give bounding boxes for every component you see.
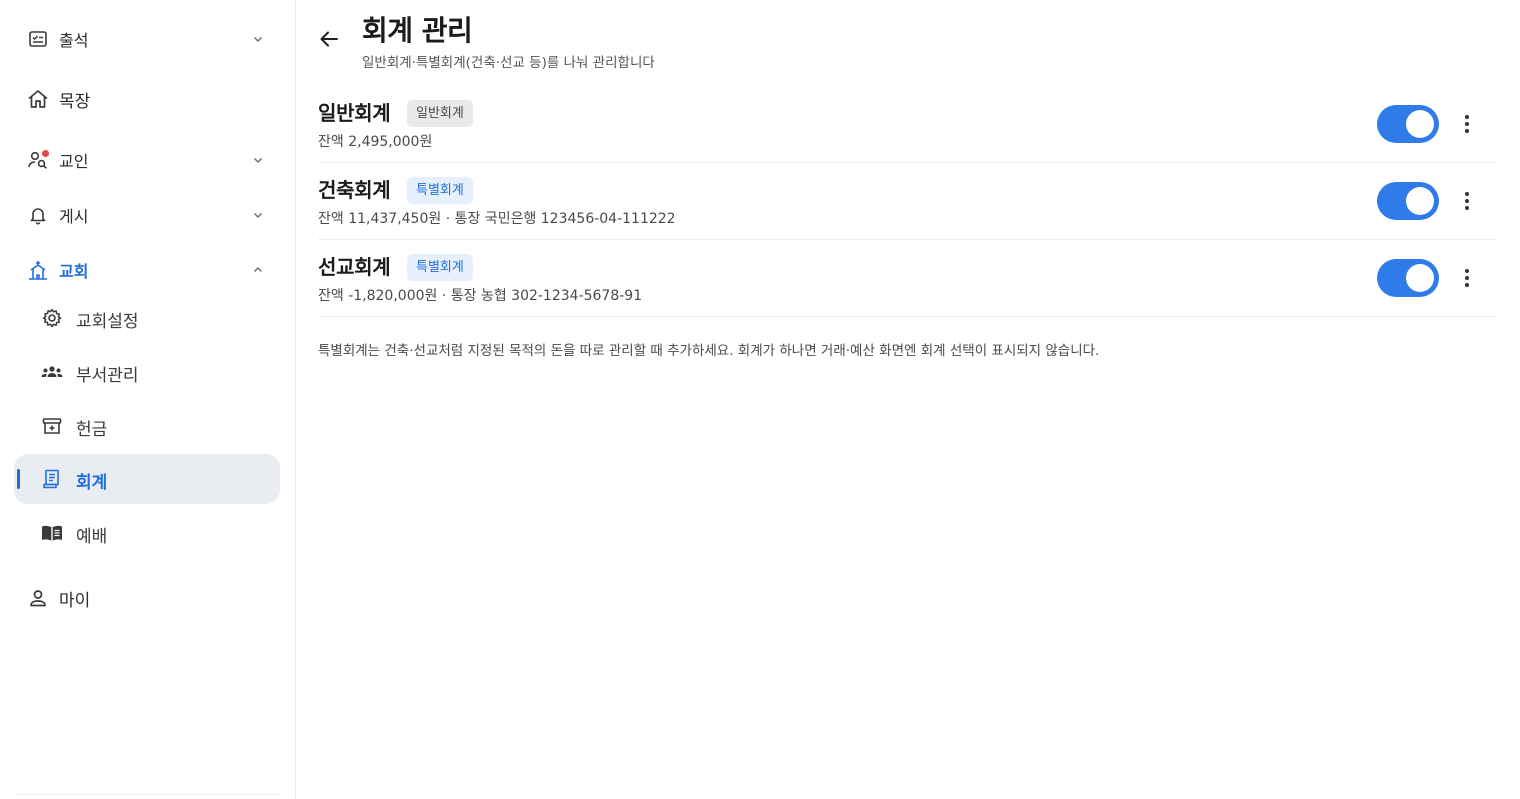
- church-icon: [26, 258, 50, 282]
- more-vertical-icon[interactable]: [1456, 109, 1478, 139]
- person-icon: [26, 586, 50, 610]
- active-indicator: [17, 469, 20, 489]
- account-enabled-toggle[interactable]: [1377, 105, 1439, 143]
- account-enabled-toggle[interactable]: [1377, 182, 1439, 220]
- nav-church[interactable]: 교회: [14, 246, 280, 294]
- divider: [14, 794, 280, 795]
- nav-accounting-label: 회계: [76, 473, 108, 493]
- account-detail: 잔액 -1,820,000원 · 통장 농협 302-1234-5678-91: [318, 288, 643, 304]
- more-vertical-icon[interactable]: [1456, 263, 1478, 293]
- toggle-knob: [1406, 187, 1434, 215]
- group-icon: [40, 360, 64, 384]
- chevron-down-icon: [250, 31, 266, 47]
- sidebar: 출석 목장 교인 게시 교회 교회설정 부서관리 헌금 회계 예배 마이: [0, 0, 296, 799]
- nav-worship[interactable]: 예배: [14, 508, 280, 558]
- account-name: 일반회계: [318, 101, 391, 125]
- nav-offering[interactable]: 헌금: [14, 401, 280, 451]
- checklist-icon: [26, 27, 50, 51]
- nav-worship-label: 예배: [76, 527, 108, 547]
- chevron-down-icon: [250, 152, 266, 168]
- account-type-badge: 특별회계: [407, 177, 473, 204]
- account-row: 건축회계 특별회계 잔액 11,437,450원 · 통장 국민은행 12345…: [318, 162, 1496, 240]
- toggle-knob: [1406, 264, 1434, 292]
- open-book-icon: [40, 521, 64, 545]
- nav-my[interactable]: 마이: [14, 574, 280, 622]
- nav-cell-label: 목장: [59, 91, 91, 112]
- account-row: 일반회계 일반회계 잔액 2,495,000원: [318, 85, 1496, 163]
- nav-my-label: 마이: [59, 590, 91, 611]
- toggle-knob: [1406, 110, 1434, 138]
- nav-attendance-label: 출석: [59, 31, 89, 50]
- bell-icon: [26, 203, 50, 227]
- nav-departments[interactable]: 부서관리: [14, 347, 280, 397]
- nav-board-label: 게시: [59, 207, 89, 226]
- nav-attendance[interactable]: 출석: [14, 15, 280, 63]
- account-type-badge: 일반회계: [407, 100, 473, 127]
- account-name: 선교회계: [318, 255, 391, 279]
- nav-church-settings-label: 교회설정: [76, 312, 139, 332]
- account-name: 건축회계: [318, 178, 391, 202]
- notification-dot: [42, 150, 49, 157]
- nav-members-label: 교인: [59, 152, 89, 171]
- arrow-left-icon: [320, 31, 338, 47]
- nav-members[interactable]: 교인: [14, 136, 280, 184]
- offering-box-icon: [40, 414, 64, 438]
- more-vertical-icon[interactable]: [1456, 186, 1478, 216]
- help-note: 특별회계는 건축·선교처럼 지정된 목적의 돈을 따로 관리할 때 추가하세요.…: [318, 343, 1100, 359]
- gear-icon: [40, 306, 64, 330]
- account-row: 선교회계 특별회계 잔액 -1,820,000원 · 통장 농협 302-123…: [318, 239, 1496, 317]
- person-search-icon: [26, 148, 50, 172]
- back-button[interactable]: [314, 24, 344, 54]
- nav-board[interactable]: 게시: [14, 191, 280, 239]
- chevron-down-icon: [250, 207, 266, 223]
- nav-church-label: 교회: [59, 262, 89, 281]
- nav-church-settings[interactable]: 교회설정: [14, 293, 280, 343]
- page-subtitle: 일반회계·특별회계(건축·선교 등)를 나눠 관리합니다: [362, 55, 655, 71]
- account-detail: 잔액 11,437,450원 · 통장 국민은행 123456-04-11122…: [318, 211, 676, 227]
- nav-accounting[interactable]: 회계: [14, 454, 280, 504]
- account-detail: 잔액 2,495,000원: [318, 134, 433, 150]
- chevron-up-icon: [250, 262, 266, 278]
- account-type-badge: 특별회계: [407, 254, 473, 281]
- page-title: 회계 관리: [362, 14, 473, 47]
- account-enabled-toggle[interactable]: [1377, 259, 1439, 297]
- nav-cell[interactable]: 목장: [14, 75, 280, 123]
- home-icon: [26, 87, 50, 111]
- ledger-icon: [40, 467, 64, 491]
- nav-departments-label: 부서관리: [76, 366, 139, 386]
- nav-offering-label: 헌금: [76, 420, 108, 440]
